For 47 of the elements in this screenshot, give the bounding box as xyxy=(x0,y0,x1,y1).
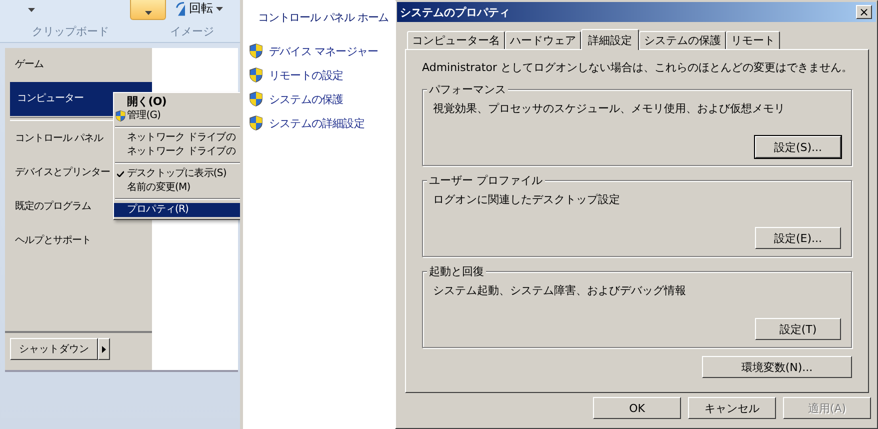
environment-variables-button[interactable]: 環境変数(N)... xyxy=(702,356,852,378)
settings-button[interactable]: 設定(E)... xyxy=(755,227,841,249)
group-description: システム起動、システム障害、およびデバッグ情報 xyxy=(433,283,687,298)
admin-note: Administrator としてログオンしない場合は、これらのほとんどの変更はできません。 xyxy=(422,60,852,75)
context-menu-item[interactable]: デスクトップに表示(S) xyxy=(114,167,241,181)
settings-button[interactable]: 設定(T) xyxy=(755,318,841,340)
start-menu-item[interactable]: ヘルプとサポート xyxy=(5,224,152,258)
task-link[interactable]: システムの保護 xyxy=(269,92,344,106)
settings-button[interactable]: 設定(S)... xyxy=(755,136,841,158)
control-panel-home-link[interactable]: コントロール パネル ホーム xyxy=(258,10,389,25)
dialog-button[interactable]: OK xyxy=(593,397,681,419)
start-menu-item[interactable]: ゲーム xyxy=(5,48,152,82)
context-menu-item[interactable]: ネットワーク ドライブの xyxy=(114,145,241,159)
close-button[interactable]: × xyxy=(856,5,872,19)
group-title: 起動と回復 xyxy=(427,264,486,279)
shield-icon xyxy=(249,43,263,59)
group-title: ユーザー プロファイル xyxy=(427,173,544,188)
rotate-icon xyxy=(176,2,186,16)
task-link[interactable]: システムの詳細設定 xyxy=(269,116,364,130)
group-description: ログオンに関連したデスクトップ設定 xyxy=(433,192,621,207)
tab[interactable]: ハードウェア xyxy=(505,31,581,49)
task-link[interactable]: リモートの設定 xyxy=(269,68,344,82)
caret-icon[interactable] xyxy=(216,6,223,10)
arrow-icon xyxy=(102,346,106,352)
dialog-button[interactable]: キャンセル xyxy=(688,397,776,419)
group-description: 視覚効果、プロセッサのスケジュール、メモリ使用、および仮想メモリ xyxy=(433,101,786,116)
shield-icon xyxy=(115,110,126,122)
context-menu-item[interactable]: 名前の変更(M) xyxy=(114,181,241,195)
ribbon-group-label: クリップボード xyxy=(32,24,109,39)
shield-icon xyxy=(249,91,263,107)
tab[interactable]: コンピューター名 xyxy=(407,31,505,49)
caret-icon xyxy=(144,11,152,15)
context-menu-item[interactable]: ネットワーク ドライブの xyxy=(114,131,241,145)
shutdown-button[interactable]: シャットダウン xyxy=(10,338,98,360)
context-menu-item[interactable]: プロパティ(R) xyxy=(114,203,241,217)
tab[interactable]: 詳細設定 xyxy=(581,29,639,50)
tab[interactable]: システムの保護 xyxy=(639,31,726,49)
shutdown-options-button[interactable] xyxy=(98,338,110,360)
tab[interactable]: リモート xyxy=(726,31,780,49)
rotate-button[interactable]: 回転 xyxy=(189,0,213,17)
group-title: パフォーマンス xyxy=(427,82,508,97)
shield-icon xyxy=(249,115,263,131)
caret-icon[interactable] xyxy=(28,8,35,12)
task-link[interactable]: デバイス マネージャー xyxy=(269,44,378,58)
shield-icon xyxy=(249,67,263,83)
window-title: システムのプロパティ xyxy=(400,4,510,20)
ribbon-group-label: イメージ xyxy=(170,24,214,39)
